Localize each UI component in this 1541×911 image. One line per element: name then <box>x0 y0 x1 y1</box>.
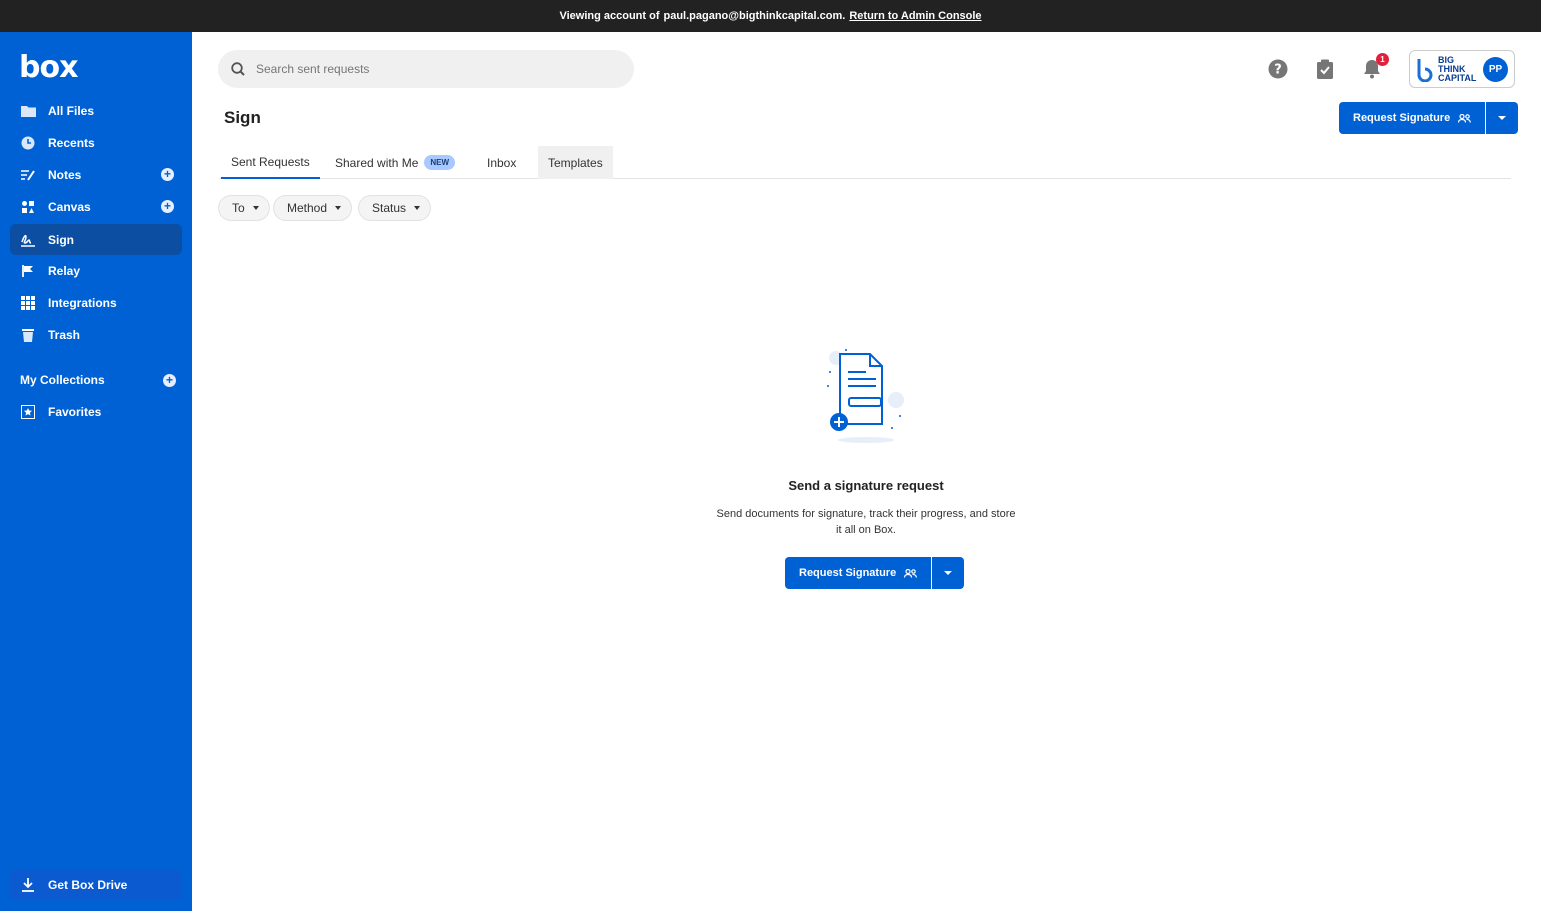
account-menu[interactable]: BIG THINK CAPITAL PP <box>1409 50 1515 88</box>
request-signature-dropdown-button[interactable] <box>1485 102 1519 134</box>
tab-templates[interactable]: Templates <box>538 146 613 179</box>
my-collections-heading[interactable]: My Collections <box>20 373 105 387</box>
admin-view-banner: Viewing account of paul.pagano@bigthinkc… <box>0 0 1541 32</box>
box-logo[interactable]: box <box>19 50 78 85</box>
sidebar-item-label: Trash <box>48 327 81 342</box>
clock-icon <box>20 135 36 151</box>
sidebar-item-canvas[interactable]: Canvas + <box>10 191 182 222</box>
sign-icon <box>20 232 36 248</box>
sidebar-item-label: Notes <box>48 167 82 182</box>
sidebar-item-recents[interactable]: Recents <box>10 127 182 158</box>
people-icon <box>904 568 918 578</box>
request-signature-split-button: Request Signature <box>1339 102 1519 134</box>
empty-state-request-signature-button[interactable]: Request Signature <box>785 557 932 589</box>
sidebar-item-label: Favorites <box>48 404 102 419</box>
people-icon <box>1458 113 1472 123</box>
filter-method-dropdown[interactable]: Method <box>273 195 353 221</box>
tab-bar: Sent Requests Shared with Me NEW Inbox T… <box>219 146 1511 179</box>
banner-prefix: Viewing account of <box>559 10 660 22</box>
folder-icon <box>20 103 36 119</box>
sidebar-item-label: Integrations <box>48 295 117 310</box>
search-input[interactable] <box>256 62 616 76</box>
banner-email: paul.pagano@bigthinkcapital.com. <box>663 10 846 22</box>
chevron-down-icon <box>1498 116 1507 120</box>
canvas-icon <box>20 199 36 215</box>
filter-to-dropdown[interactable]: To <box>218 195 270 221</box>
download-icon <box>20 877 36 893</box>
request-signature-button[interactable]: Request Signature <box>1339 102 1486 134</box>
chevron-down-icon <box>252 206 259 210</box>
sidebar-item-label: Recents <box>48 135 95 150</box>
empty-state-request-signature-split-button: Request Signature <box>785 557 965 589</box>
sidebar-item-label: Canvas <box>48 199 91 214</box>
sidebar: box All Files Recents Notes + Canvas + S… <box>0 32 192 911</box>
trash-icon <box>20 327 36 343</box>
sidebar-item-sign[interactable]: Sign <box>10 224 182 255</box>
sidebar-item-trash[interactable]: Trash <box>10 319 182 350</box>
add-collection-icon[interactable]: + <box>163 374 176 387</box>
tab-shared-with-me[interactable]: Shared with Me NEW <box>325 146 465 179</box>
avatar: PP <box>1483 57 1508 82</box>
star-collection-icon <box>20 404 36 420</box>
sidebar-item-notes[interactable]: Notes + <box>10 159 182 190</box>
grid-icon <box>20 295 36 311</box>
sidebar-item-label: Relay <box>48 263 81 278</box>
tab-inbox[interactable]: Inbox <box>477 146 526 179</box>
request-signature-label: Request Signature <box>1353 112 1451 124</box>
sidebar-item-all-files[interactable]: All Files <box>10 95 182 126</box>
add-note-icon[interactable]: + <box>161 168 174 181</box>
chevron-down-icon <box>414 206 421 210</box>
help-icon[interactable]: ? <box>1267 58 1289 80</box>
main-content: ? 1 BIG THINK CAPITAL PP Sign Request Si… <box>192 32 1541 911</box>
document-illustration-icon <box>826 348 908 444</box>
empty-state-title: Send a signature request <box>788 478 944 493</box>
chevron-down-icon <box>944 571 953 575</box>
sidebar-item-favorites[interactable]: Favorites <box>10 396 182 427</box>
new-badge: NEW <box>424 155 456 170</box>
empty-state-description: Send documents for signature, track thei… <box>716 508 1016 536</box>
get-box-drive-label: Get Box Drive <box>48 877 128 892</box>
return-to-admin-console-link[interactable]: Return to Admin Console <box>849 10 981 22</box>
request-signature-label: Request Signature <box>799 567 897 579</box>
sidebar-item-label: All Files <box>48 103 95 118</box>
add-canvas-icon[interactable]: + <box>161 200 174 213</box>
search-bar[interactable] <box>218 50 634 88</box>
company-logo-icon <box>1416 58 1434 87</box>
sidebar-item-label: Sign <box>48 232 74 247</box>
empty-state-request-signature-dropdown[interactable] <box>931 557 965 589</box>
get-box-drive-button[interactable]: Get Box Drive <box>10 869 182 900</box>
filter-status-dropdown[interactable]: Status <box>358 195 432 221</box>
search-icon <box>231 62 245 76</box>
company-brand-text: BIG THINK CAPITAL <box>1438 55 1477 83</box>
svg-text:?: ? <box>1274 63 1282 78</box>
notification-count-badge: 1 <box>1376 53 1389 66</box>
notes-icon <box>20 167 36 183</box>
tasks-icon[interactable] <box>1314 58 1336 80</box>
chevron-down-icon <box>335 206 342 210</box>
sidebar-item-integrations[interactable]: Integrations <box>10 287 182 318</box>
sidebar-item-relay[interactable]: Relay <box>10 255 182 286</box>
page-title: Sign <box>224 108 261 127</box>
tab-sent-requests[interactable]: Sent Requests <box>221 146 320 179</box>
relay-icon <box>20 263 36 279</box>
